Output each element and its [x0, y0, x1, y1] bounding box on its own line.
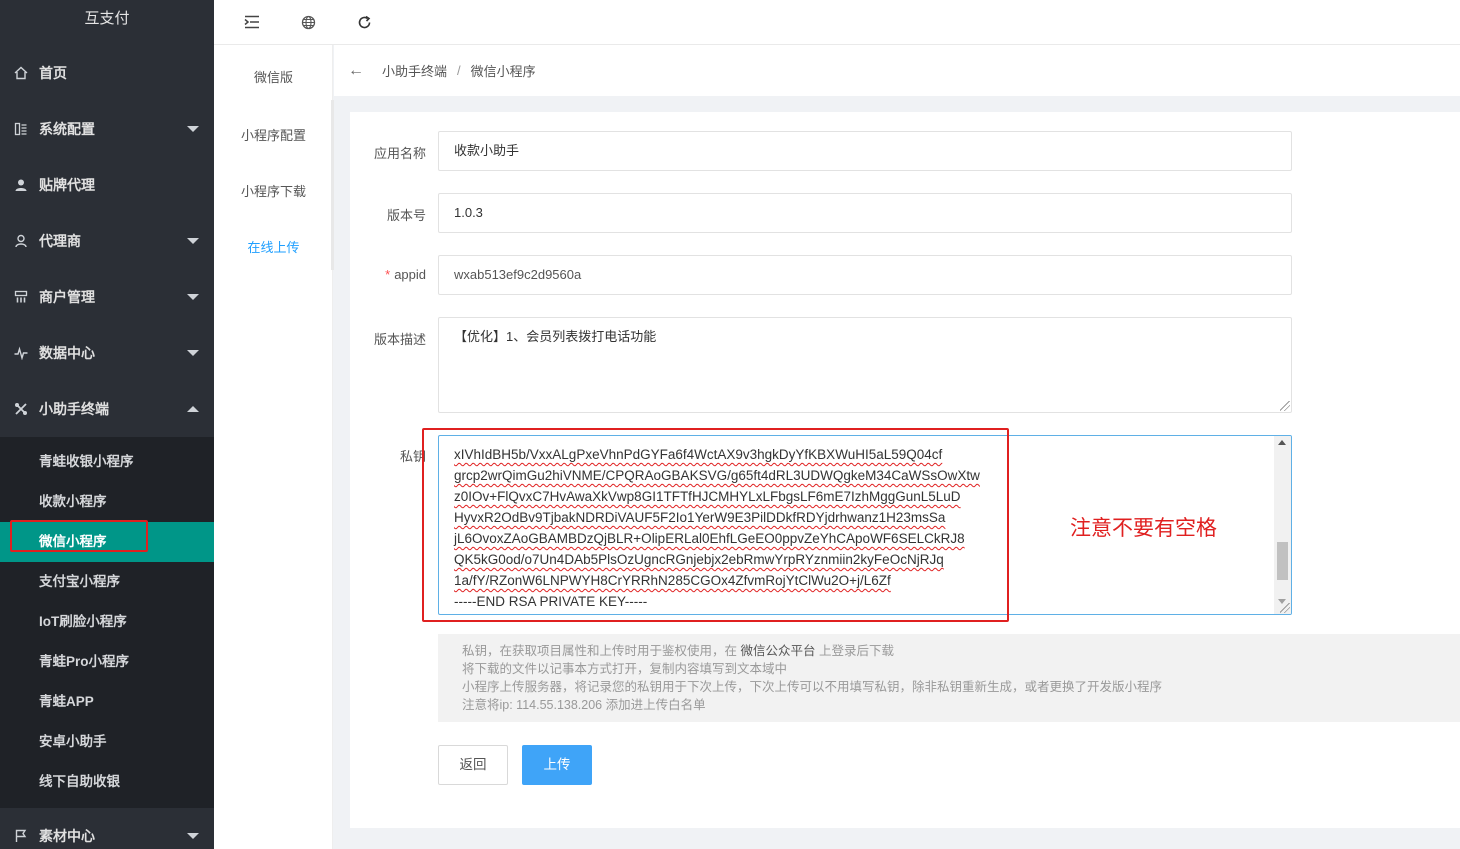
chevron-down-icon — [187, 350, 199, 356]
settings-icon — [14, 122, 28, 136]
submenu-item[interactable]: 收款小程序 — [0, 482, 214, 522]
scroll-up-icon[interactable] — [1278, 440, 1286, 445]
subnav-item-config[interactable]: 小程序配置 — [214, 125, 333, 144]
breadcrumb: ← 小助手终端 / 微信小程序 — [334, 45, 1460, 96]
submenu-item[interactable]: 青蛙收银小程序 — [0, 442, 214, 482]
hint-line-2: 将下载的文件以记事本方式打开，复制内容填写到文本域中 — [462, 662, 788, 676]
chevron-down-icon — [187, 126, 199, 132]
upload-button[interactable]: 上传 — [522, 745, 592, 785]
submenu-item[interactable]: IoT刷脸小程序 — [0, 602, 214, 642]
subnav-item-download[interactable]: 小程序下载 — [214, 181, 333, 200]
person-icon — [14, 234, 28, 248]
textarea-scrollbar[interactable] — [1274, 436, 1291, 614]
appid-label-text: appid — [394, 267, 426, 282]
menu-item-system-config[interactable]: 系统配置 — [0, 101, 214, 157]
required-mark: * — [385, 267, 391, 282]
subnav-item-online-upload[interactable]: 在线上传 — [214, 237, 333, 256]
home-icon — [14, 66, 28, 80]
subnav-scrollbar[interactable] — [331, 100, 334, 270]
breadcrumb-parent[interactable]: 小助手终端 — [382, 61, 447, 80]
app-name-input[interactable]: 收款小助手 — [438, 131, 1292, 171]
refresh-icon[interactable] — [354, 12, 374, 32]
menu-label: 系统配置 — [39, 121, 95, 137]
menu-item-home[interactable]: 首页 — [0, 45, 214, 101]
wechat-platform-link[interactable]: 微信公众平台 — [741, 644, 816, 658]
menu-label: 数据中心 — [39, 345, 95, 361]
menu-item-oem-agent[interactable]: 贴牌代理 — [0, 157, 214, 213]
back-button[interactable]: 返回 — [438, 745, 508, 785]
form-card: 应用名称 收款小助手 版本号 1.0.3 * appid wxab513ef9c2… — [350, 112, 1460, 828]
appid-label: * appid — [350, 267, 426, 282]
menu-label: 素材中心 — [39, 828, 95, 844]
breadcrumb-current: 微信小程序 — [470, 64, 536, 79]
hint-line-4: 注意将ip: 114.55.138.206 添加进上传白名单 — [462, 698, 706, 712]
submenu-item[interactable]: 线下自助收银 — [0, 762, 214, 802]
top-bar — [214, 0, 1460, 45]
submenu-item[interactable]: 青蛙APP — [0, 682, 214, 722]
highlight-box-key — [422, 428, 1009, 622]
app-name-label: 应用名称 — [373, 146, 426, 161]
menu-label: 贴牌代理 — [39, 177, 95, 193]
chevron-up-icon — [187, 406, 199, 412]
pulse-icon — [14, 346, 28, 360]
submenu-assistant-terminal: 青蛙收银小程序 收款小程序 微信小程序 支付宝小程序 IoT刷脸小程序 青蛙Pr… — [0, 437, 214, 808]
globe-icon[interactable] — [298, 12, 318, 32]
menu-collapse-icon[interactable] — [242, 12, 262, 32]
private-key-label: 私钥 — [399, 449, 426, 464]
secondary-nav: 微信版 小程序配置 小程序下载 在线上传 — [214, 45, 333, 849]
hint-line-3: 小程序上传服务器，将记录您的私钥用于下次上传，下次上传可以不用填写私钥，除非私钥… — [462, 680, 1163, 694]
resize-handle-icon[interactable] — [1280, 603, 1290, 613]
resize-handle-icon[interactable] — [1280, 401, 1290, 411]
hint-line-1: 私钥，在获取项目属性和上传时用于鉴权使用，在 微信公众平台 上登录后下载 — [462, 642, 1436, 660]
grid-icon — [14, 290, 28, 304]
appid-input[interactable]: wxab513ef9c2d9560a — [438, 255, 1292, 295]
chevron-down-icon — [187, 294, 199, 300]
submenu-item[interactable]: 安卓小助手 — [0, 722, 214, 762]
breadcrumb-separator: / — [457, 63, 461, 78]
user-icon — [14, 178, 28, 192]
hint-box: 私钥，在获取项目属性和上传时用于鉴权使用，在 微信公众平台 上登录后下载 将下载… — [438, 634, 1460, 722]
back-arrow-icon[interactable]: ← — [348, 62, 364, 80]
chevron-down-icon — [187, 238, 199, 244]
sidebar: 互支付 首页 系统配置 贴牌代理 代理商 商户管理 数据中心 小助手终端 青蛙收… — [0, 0, 214, 849]
menu-label: 小助手终端 — [39, 401, 109, 417]
menu-item-data-center[interactable]: 数据中心 — [0, 325, 214, 381]
description-textarea[interactable]: 【优化】1、会员列表拨打电话功能 — [438, 317, 1292, 413]
menu-label: 首页 — [39, 65, 67, 81]
highlight-box-sidebar — [10, 520, 148, 552]
menu-item-merchant[interactable]: 商户管理 — [0, 269, 214, 325]
description-text: 【优化】1、会员列表拨打电话功能 — [454, 329, 657, 344]
submenu-item[interactable]: 支付宝小程序 — [0, 562, 214, 602]
version-input[interactable]: 1.0.3 — [438, 193, 1292, 233]
menu-label: 代理商 — [39, 233, 81, 249]
scroll-thumb[interactable] — [1277, 542, 1288, 580]
hint-text: 私钥，在获取项目属性和上传时用于鉴权使用，在 — [462, 644, 738, 658]
menu-item-agent[interactable]: 代理商 — [0, 213, 214, 269]
description-label: 版本描述 — [373, 332, 426, 347]
menu-item-material-center[interactable]: 素材中心 — [0, 808, 214, 849]
menu-item-assistant-terminal[interactable]: 小助手终端 — [0, 381, 214, 437]
logo: 互支付 — [84, 10, 130, 27]
version-label: 版本号 — [386, 208, 426, 223]
hint-text: 上登录后下载 — [819, 644, 895, 658]
chevron-down-icon — [187, 833, 199, 839]
subnav-item-wechat[interactable]: 微信版 — [214, 67, 333, 86]
flag-icon — [14, 829, 28, 843]
annotation-text: 注意不要有空格 — [1070, 517, 1217, 540]
menu-label: 商户管理 — [39, 289, 95, 305]
submenu-item[interactable]: 青蛙Pro小程序 — [0, 642, 214, 682]
tools-icon — [14, 402, 28, 416]
